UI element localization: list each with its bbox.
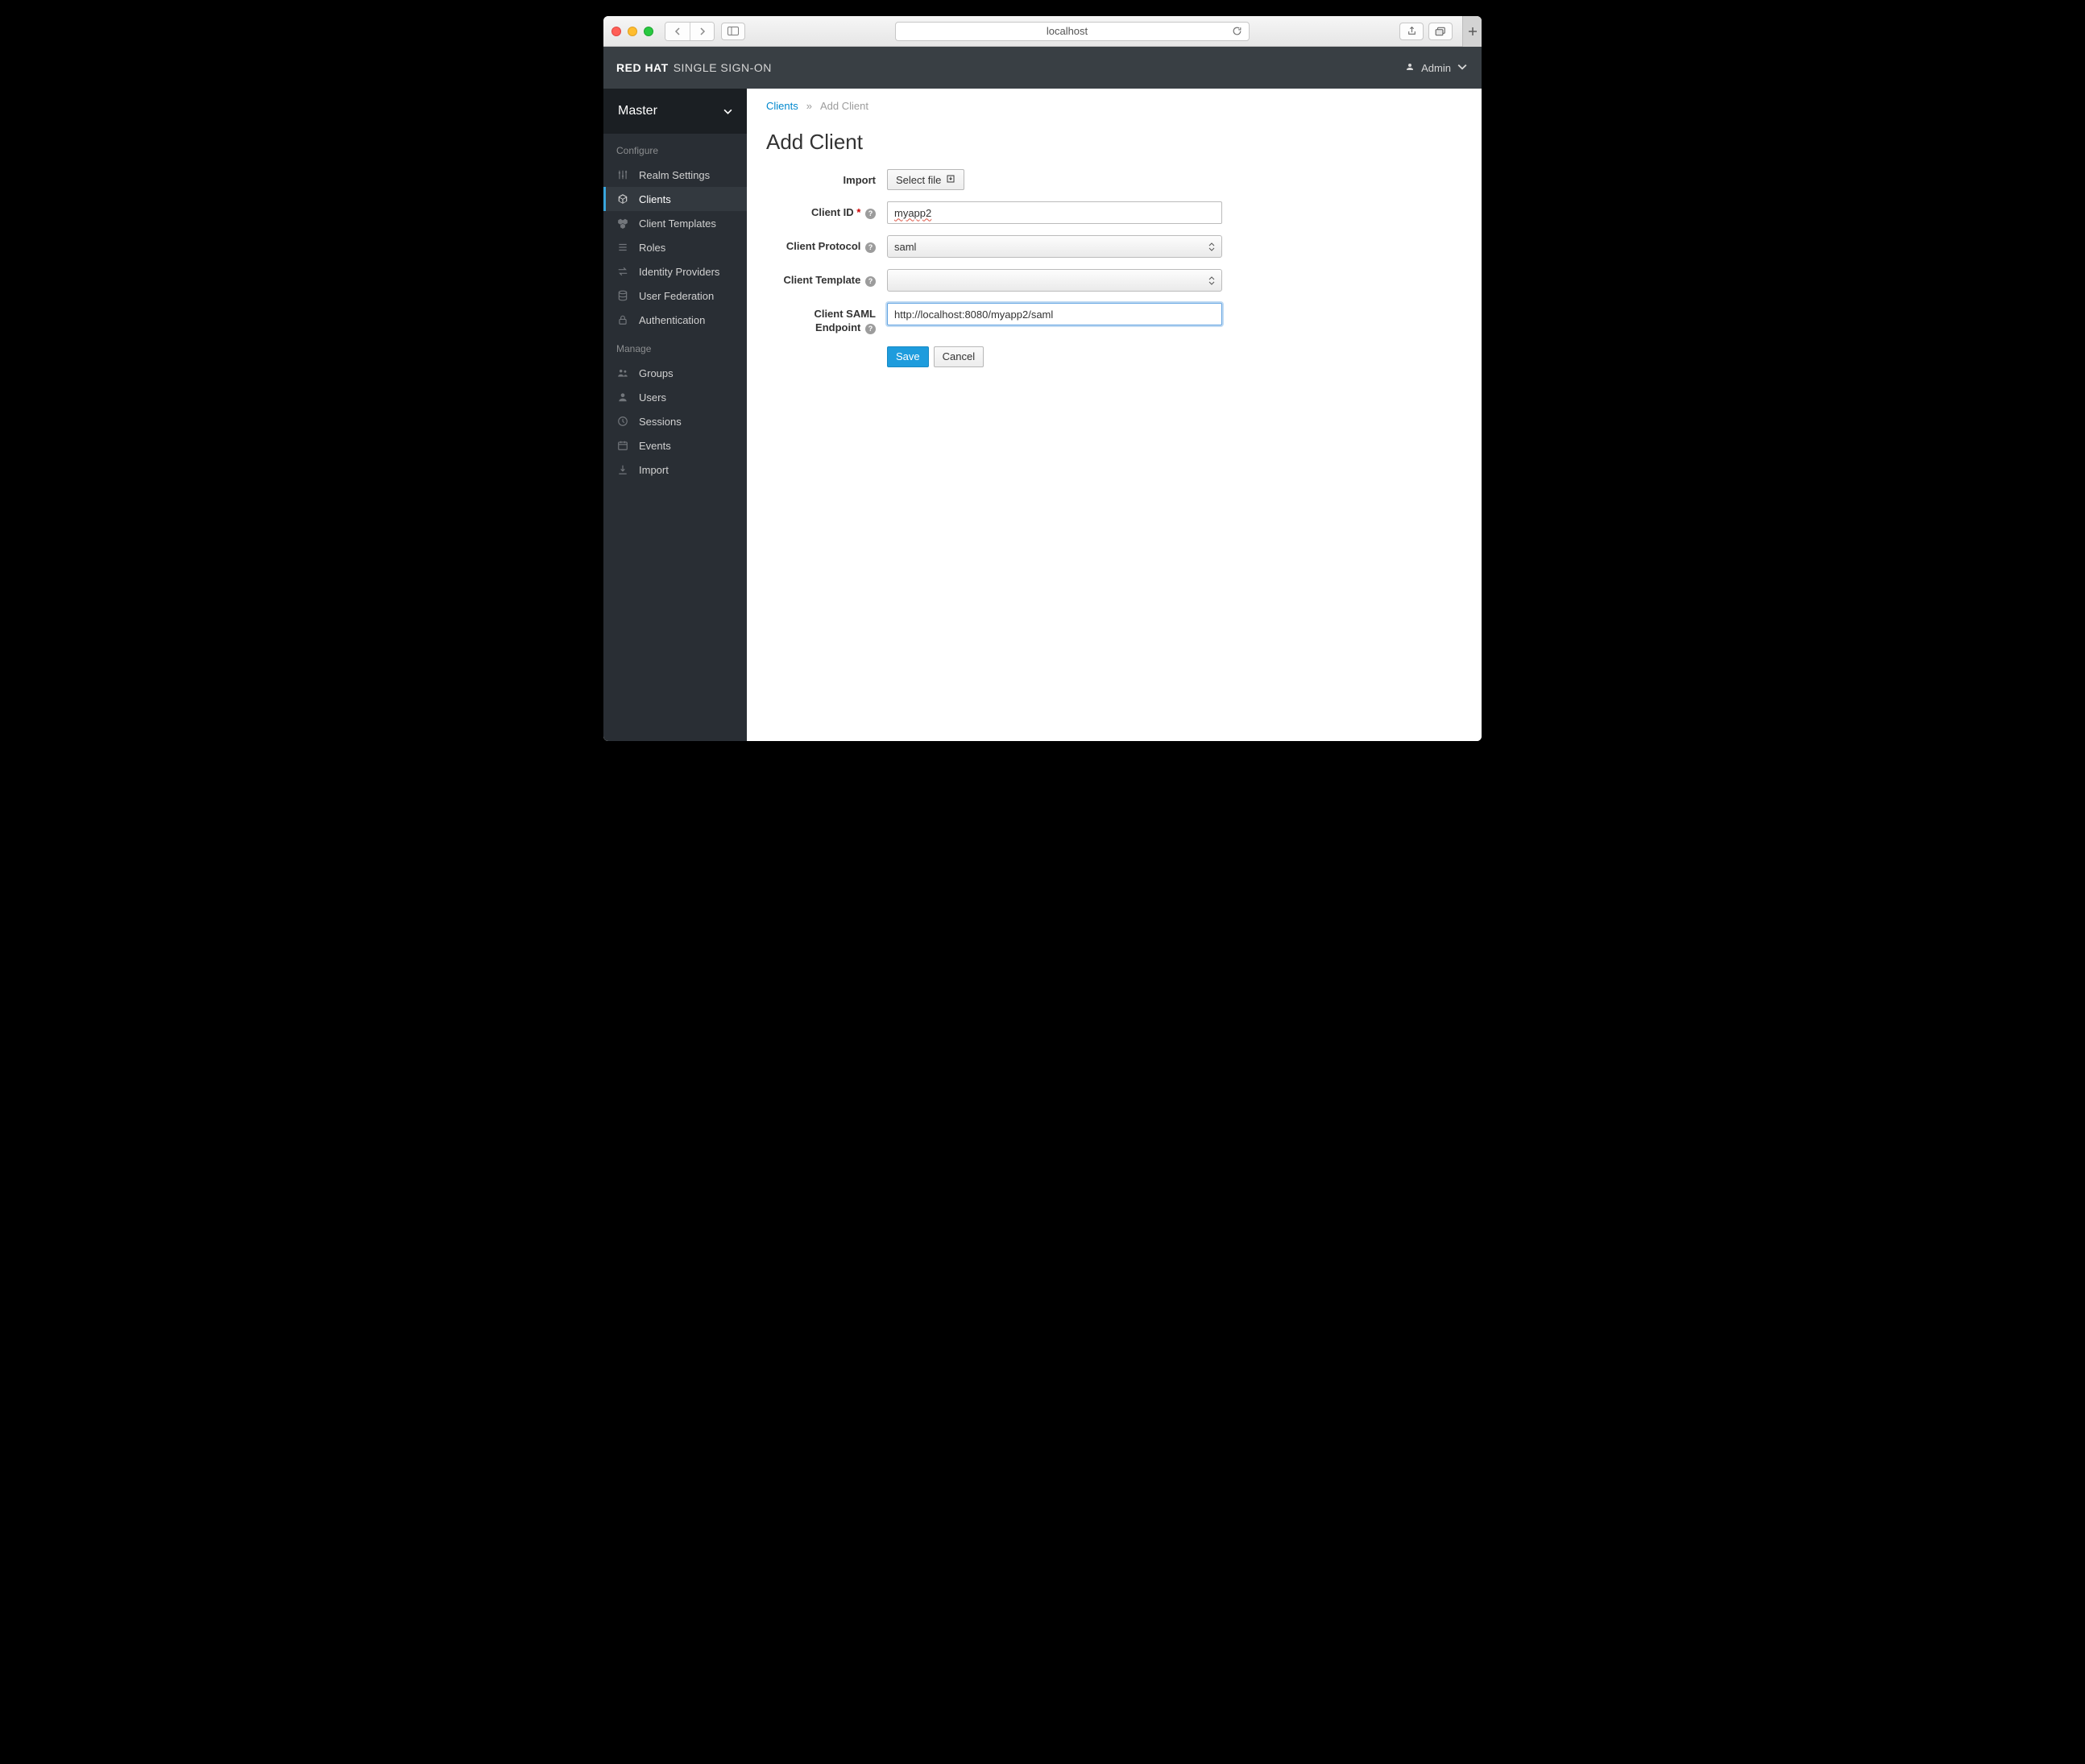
section-configure: Configure <box>603 134 747 163</box>
sidebar-item-label: Realm Settings <box>639 169 710 181</box>
sidebar-toggle-button[interactable] <box>721 23 745 40</box>
help-icon[interactable]: ? <box>865 276 876 287</box>
clock-icon <box>616 416 629 427</box>
select-file-button[interactable]: Select file <box>887 169 964 190</box>
client-template-select[interactable] <box>887 269 1222 292</box>
label-client-template: Client Template ? <box>766 269 887 288</box>
label-client-id: Client ID * ? <box>766 201 887 220</box>
sidebar-item-realm-settings[interactable]: Realm Settings <box>603 163 747 187</box>
breadcrumb-root[interactable]: Clients <box>766 100 798 112</box>
reload-icon[interactable] <box>1232 26 1242 36</box>
window-controls <box>611 27 653 36</box>
sidebar: Master Configure Realm Settings Clients … <box>603 89 747 741</box>
cancel-button[interactable]: Cancel <box>934 346 984 367</box>
minimize-window-icon[interactable] <box>628 27 637 36</box>
forward-button[interactable] <box>690 23 714 40</box>
user-icon <box>1405 62 1415 74</box>
breadcrumb: Clients » Add Client <box>766 100 1462 112</box>
sidebar-item-label: Groups <box>639 367 674 379</box>
select-stepper-icon <box>1208 242 1215 251</box>
back-button[interactable] <box>665 23 690 40</box>
address-text: localhost <box>902 25 1232 37</box>
app-header: RED HAT SINGLE SIGN-ON Admin <box>603 47 1482 89</box>
breadcrumb-current: Add Client <box>820 100 868 112</box>
users-icon <box>616 367 629 379</box>
user-icon <box>616 391 629 403</box>
breadcrumb-separator: » <box>806 100 812 112</box>
sidebar-item-events[interactable]: Events <box>603 433 747 458</box>
new-tab-button[interactable] <box>1462 16 1482 47</box>
list-icon <box>616 242 629 253</box>
sidebar-item-label: Identity Providers <box>639 266 719 278</box>
client-id-input[interactable]: myapp2 <box>887 201 1222 224</box>
sidebar-item-label: Import <box>639 464 669 476</box>
help-icon[interactable]: ? <box>865 242 876 253</box>
sidebar-item-label: Sessions <box>639 416 682 428</box>
section-manage: Manage <box>603 332 747 361</box>
select-file-label: Select file <box>896 174 941 186</box>
brand-strong: RED HAT <box>616 61 669 74</box>
sidebar-item-label: Users <box>639 391 666 404</box>
sidebar-item-sessions[interactable]: Sessions <box>603 409 747 433</box>
help-icon[interactable]: ? <box>865 324 876 334</box>
exchange-icon <box>616 266 629 277</box>
realm-name: Master <box>618 104 657 118</box>
client-saml-endpoint-input[interactable] <box>887 303 1222 325</box>
required-marker: * <box>856 206 860 218</box>
lock-icon <box>616 314 629 325</box>
user-menu[interactable]: Admin <box>1405 62 1467 74</box>
save-button[interactable]: Save <box>887 346 929 367</box>
sidebar-item-identity-providers[interactable]: Identity Providers <box>603 259 747 284</box>
select-stepper-icon <box>1208 276 1215 285</box>
label-client-saml-endpoint: Client SAML Endpoint ? <box>766 303 887 335</box>
share-button[interactable] <box>1399 23 1424 40</box>
sidebar-item-label: Authentication <box>639 314 705 326</box>
page-title: Add Client <box>766 130 1462 155</box>
sidebar-item-label: Clients <box>639 193 671 205</box>
import-icon <box>616 464 629 475</box>
cubes-icon <box>616 217 629 229</box>
sidebar-item-authentication[interactable]: Authentication <box>603 308 747 332</box>
sidebar-item-label: User Federation <box>639 290 714 302</box>
nav-buttons <box>665 22 715 41</box>
database-icon <box>616 290 629 301</box>
chevron-down-icon <box>1457 62 1467 74</box>
user-label: Admin <box>1421 62 1451 74</box>
sidebar-item-users[interactable]: Users <box>603 385 747 409</box>
select-value: saml <box>894 241 916 253</box>
close-window-icon[interactable] <box>611 27 621 36</box>
import-file-icon <box>946 174 955 186</box>
sidebar-item-user-federation[interactable]: User Federation <box>603 284 747 308</box>
client-protocol-select[interactable]: saml <box>887 235 1222 258</box>
sidebar-item-import[interactable]: Import <box>603 458 747 482</box>
label-import: Import <box>766 169 887 188</box>
browser-titlebar: localhost <box>603 16 1482 47</box>
cube-icon <box>616 193 629 205</box>
sliders-icon <box>616 169 629 180</box>
sidebar-item-clients[interactable]: Clients <box>603 187 747 211</box>
sidebar-item-label: Events <box>639 440 671 452</box>
sidebar-item-label: Client Templates <box>639 217 716 230</box>
label-client-protocol: Client Protocol ? <box>766 235 887 254</box>
brand: RED HAT SINGLE SIGN-ON <box>616 61 772 74</box>
main-content: Clients » Add Client Add Client Import S… <box>747 89 1482 741</box>
address-bar[interactable]: localhost <box>895 22 1250 41</box>
brand-light: SINGLE SIGN-ON <box>674 61 772 74</box>
sidebar-item-label: Roles <box>639 242 665 254</box>
realm-selector[interactable]: Master <box>603 89 747 134</box>
tabs-button[interactable] <box>1428 23 1453 40</box>
sidebar-item-groups[interactable]: Groups <box>603 361 747 385</box>
sidebar-item-client-templates[interactable]: Client Templates <box>603 211 747 235</box>
zoom-window-icon[interactable] <box>644 27 653 36</box>
sidebar-item-roles[interactable]: Roles <box>603 235 747 259</box>
chevron-down-icon <box>723 104 732 118</box>
help-icon[interactable]: ? <box>865 209 876 219</box>
calendar-icon <box>616 440 629 451</box>
browser-window: localhost RED HAT SINGLE SIGN-ON <box>603 16 1482 741</box>
